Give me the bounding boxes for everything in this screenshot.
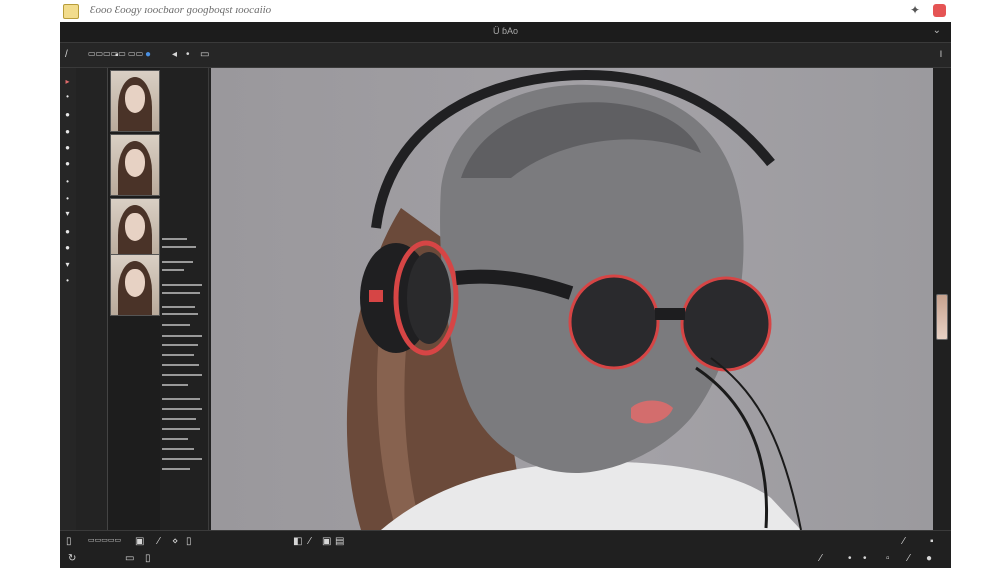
options-icon-3[interactable]: ◂ [172, 50, 177, 60]
options-bar: / ▭▭▭▭▭ ▭▭ ▪ ● ◂ • ▭ ⏽ [60, 43, 951, 68]
layer-row[interactable] [162, 292, 200, 294]
layer-row[interactable] [162, 448, 194, 450]
layer-row[interactable] [162, 374, 202, 376]
status-icon-15[interactable]: • [863, 554, 867, 564]
options-icon-4[interactable]: • [186, 50, 190, 60]
image-canvas[interactable] [211, 68, 933, 530]
layer-row[interactable] [162, 335, 202, 337]
status-icon-11[interactable]: ▭ [125, 554, 134, 564]
thumbnail-panel [107, 68, 161, 530]
tool-4-icon[interactable]: ● [64, 128, 71, 136]
goggle-left [568, 274, 660, 370]
layers-panel [160, 68, 209, 530]
earcup-logo [369, 290, 383, 302]
os-title-bar: Ԑooo Ԑoogy ɪoocbaor ɡooɡboqst ɪoocaiio ✦ [0, 0, 1008, 22]
status-row-bottom: ↻ ▭ ▯ ⁄ • • ▫ ⁄ ● [60, 550, 951, 568]
status-icon-10[interactable]: ▪ [930, 537, 934, 547]
layer-row[interactable] [162, 384, 188, 386]
window-menu-icon[interactable]: ⌄ [933, 25, 941, 36]
editor-window: Ü ɓAo ⌄ / ▭▭▭▭▭ ▭▭ ▪ ● ◂ • ▭ ⏽ ▸ • ● ● ●… [60, 22, 951, 568]
thumb-face [125, 149, 145, 177]
status-icon-14[interactable]: • [848, 554, 852, 564]
tool-6-icon[interactable]: ● [64, 160, 71, 168]
status-row-top: ▯ ▭▭▭▭▭ ▣ ⁄ ⋄ ▯ ◧ ⁄ ▣ ▤ ⁄ ▪ [60, 532, 951, 550]
status-icon-8[interactable]: ▤ [335, 537, 344, 547]
status-icon-13[interactable]: ⁄ [820, 554, 822, 564]
status-bar: ▯ ▭▭▭▭▭ ▣ ⁄ ⋄ ▯ ◧ ⁄ ▣ ▤ ⁄ ▪ ↻ ▭ ▯ ⁄ • • … [60, 530, 951, 568]
status-icon-17[interactable]: ⁄ [908, 554, 910, 564]
window-titlebar: Ü ɓAo ⌄ [60, 22, 951, 43]
layer-row[interactable] [162, 238, 187, 240]
pin-icon[interactable]: ✦ [910, 3, 920, 17]
layer-row[interactable] [162, 438, 188, 440]
thumb-face [125, 269, 145, 297]
layer-row[interactable] [162, 428, 200, 430]
status-icon-18[interactable]: ● [926, 554, 932, 564]
layer-row[interactable] [162, 246, 196, 248]
status-icon-3[interactable]: ⋄ [172, 537, 178, 547]
layer-row[interactable] [162, 418, 196, 420]
status-icon-4[interactable]: ▯ [186, 537, 192, 547]
tool-10-icon[interactable]: ● [64, 228, 71, 236]
status-icon-6[interactable]: ⁄ [309, 537, 311, 547]
options-icon-2[interactable]: ● [145, 50, 151, 60]
layer-row[interactable] [162, 458, 202, 460]
vertical-scrollbar-thumb[interactable] [936, 294, 948, 340]
status-icon-2[interactable]: ⁄ [158, 537, 160, 547]
earcup-left-inner [407, 252, 451, 344]
toolbar-left: ▸ • ● ● ● ● • • ▾ ● ● ▾ • [60, 68, 76, 530]
status-icon-16[interactable]: ▫ [886, 554, 890, 564]
options-icon-1[interactable]: ▪ [115, 51, 119, 61]
app-icon[interactable] [63, 4, 79, 19]
layer-row[interactable] [162, 306, 195, 308]
app-title: Ԑooo Ԑoogy ɪoocbaor ɡooɡboqst ɪoocaiio [90, 4, 272, 16]
tool-red-icon[interactable]: ▸ [64, 78, 71, 86]
status-icon-5[interactable]: ◧ [293, 537, 302, 547]
goggle-right [680, 276, 772, 372]
layer-row[interactable] [162, 354, 194, 356]
tool-8-icon[interactable]: • [64, 195, 71, 203]
canvas-artwork [346, 70, 802, 530]
options-icon-5[interactable]: ▭ [200, 50, 209, 60]
layer-row[interactable] [162, 468, 190, 470]
refresh-icon[interactable]: ↻ [68, 554, 76, 564]
layer-row[interactable] [162, 284, 202, 286]
thumb-face [125, 85, 145, 113]
thumbnail-3[interactable] [110, 198, 160, 260]
right-rail [933, 68, 951, 530]
status-label: ▭▭▭▭▭ [88, 537, 122, 544]
panel-toggle-icon[interactable]: ⏽ [937, 50, 945, 60]
status-icon-7[interactable]: ▣ [322, 537, 331, 547]
layer-row[interactable] [162, 344, 198, 346]
layer-row[interactable] [162, 269, 184, 271]
layer-row[interactable] [162, 398, 200, 400]
thumbnail-4[interactable] [110, 254, 160, 316]
layer-row[interactable] [162, 324, 190, 326]
thumbnail-2[interactable] [110, 134, 160, 196]
thumb-face [125, 213, 145, 241]
tool-9-icon[interactable]: ▾ [64, 210, 71, 218]
tool-7-icon[interactable]: • [64, 178, 71, 186]
tool-lock-icon[interactable]: ▯ [66, 537, 72, 547]
tool-11-icon[interactable]: ● [64, 244, 71, 252]
close-icon[interactable] [933, 4, 946, 17]
thumbnail-1[interactable] [110, 70, 160, 132]
status-icon-9[interactable]: ⁄ [903, 537, 905, 547]
tool-12-icon[interactable]: ▾ [64, 261, 71, 269]
tool-5-icon[interactable]: ● [64, 144, 71, 152]
menu-handle-icon[interactable]: / [65, 50, 68, 60]
layer-row[interactable] [162, 313, 198, 315]
goggle-bridge [655, 308, 685, 320]
status-icon-1[interactable]: ▣ [135, 537, 144, 547]
window-title: Ü ɓAo [492, 26, 518, 36]
layer-row[interactable] [162, 261, 193, 263]
layer-row[interactable] [162, 364, 199, 366]
tool-13-icon[interactable]: • [64, 277, 71, 285]
status-icon-12[interactable]: ▯ [145, 554, 151, 564]
tool-2-icon[interactable]: • [64, 93, 71, 101]
layer-row[interactable] [162, 408, 202, 410]
tool-3-icon[interactable]: ● [64, 111, 71, 119]
